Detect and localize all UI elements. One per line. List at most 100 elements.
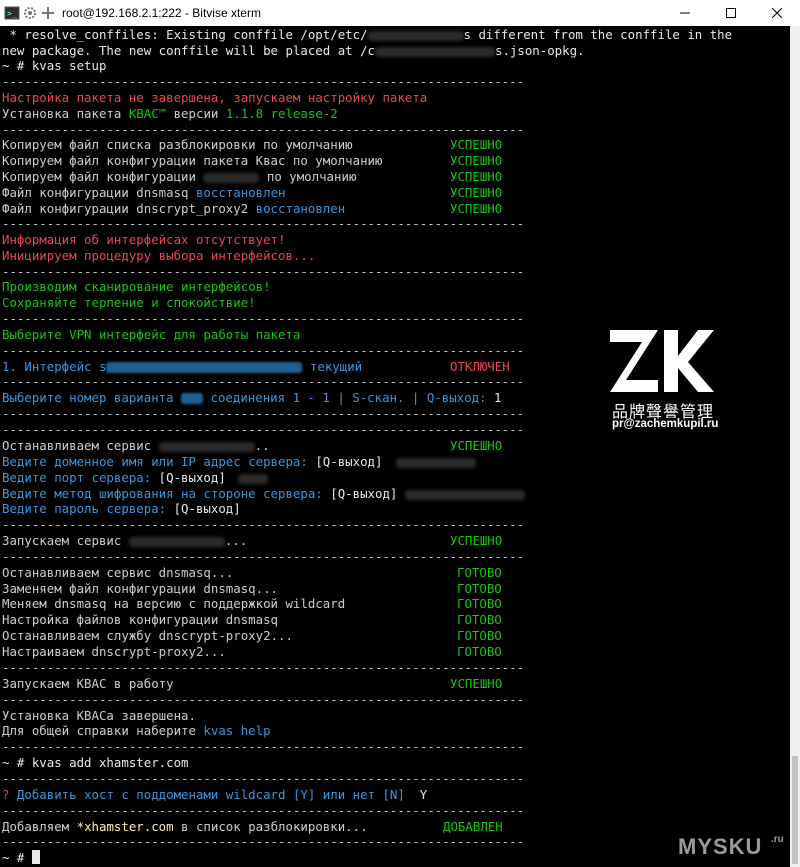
close-button[interactable] bbox=[754, 0, 800, 26]
status-line: Установка КВАСа завершена. bbox=[2, 708, 196, 723]
terminal-app-icon[interactable]: >_ bbox=[4, 5, 20, 21]
line-text: в список разблокировки... bbox=[173, 819, 368, 834]
line-text: Выберите номер варианта bbox=[2, 390, 182, 405]
line-text: Ведите доменное имя или IP адрес сервера… bbox=[2, 454, 316, 469]
redacted-text bbox=[158, 441, 255, 452]
status-line: Файл конфигурации dnsmasq восстановлен bbox=[2, 185, 286, 200]
line-text: * resolve_conffiles: Existing conffile /… bbox=[2, 27, 368, 42]
redacted-text bbox=[237, 473, 268, 484]
svg-text:>_: >_ bbox=[7, 9, 17, 18]
prompt-line: Выберите номер варианта соединения 1 - 1… bbox=[2, 390, 501, 405]
separator-line: ----------------------------------------… bbox=[2, 216, 525, 231]
line-text: [Q-выход] bbox=[158, 470, 226, 485]
status-line: Производим сканирование интерфейсов! bbox=[2, 279, 271, 294]
redacted-text bbox=[396, 457, 477, 468]
status-line: Настройка пакета не завершена, запускаем… bbox=[2, 90, 428, 105]
status-line: Копируем файл конфигурации пакета Квас п… bbox=[2, 153, 383, 168]
interface-option: 1. Интерфейс s текущий bbox=[2, 359, 362, 374]
line-text: new package. The new conffile will be pl… bbox=[2, 43, 375, 58]
status-badge: ГОТОВО bbox=[457, 596, 502, 611]
line-text: Добавляем bbox=[2, 819, 77, 834]
separator-line: ----------------------------------------… bbox=[2, 692, 525, 707]
prompt-line: Ведите метод шифрования на стороне серве… bbox=[2, 486, 526, 501]
status-badge: УСПЕШНО bbox=[450, 438, 503, 453]
command-prompt[interactable]: ~ # bbox=[2, 850, 40, 865]
line-text: Ведите порт сервера: bbox=[2, 470, 159, 485]
separator-line: ----------------------------------------… bbox=[2, 660, 525, 675]
user-input: 1 bbox=[493, 390, 502, 405]
minimize-button[interactable] bbox=[662, 0, 708, 26]
mysku-watermark-suffix: .ru bbox=[771, 834, 784, 845]
status-badge: ГОТОВО bbox=[457, 628, 502, 643]
plus-icon[interactable] bbox=[40, 5, 56, 21]
status-line: Заменяем файл конфигурации dnsmasq... bbox=[2, 581, 279, 596]
status-line: Останавливаем сервис dnsmasq... bbox=[2, 565, 234, 580]
line-text: Ведите пароль сервера: bbox=[2, 501, 174, 516]
prompt-text: ~ # bbox=[2, 850, 32, 865]
status-badge: УСПЕШНО bbox=[450, 201, 503, 216]
status-line: Установка пакета КВАС™ версии 1.1.8 rele… bbox=[2, 106, 338, 121]
line-text: соединения 1 - 1 | S-скан. | Q-выход: bbox=[203, 390, 494, 405]
status-line: Копируем файл конфигурации по умолчанию bbox=[2, 169, 356, 184]
window-title: root@192.168.2.1:222 - Bitvise xterm bbox=[62, 6, 261, 20]
status-badge: УСПЕШНО bbox=[450, 153, 503, 168]
line-text: s.json-opkg. bbox=[495, 43, 585, 58]
redacted-text bbox=[106, 362, 303, 373]
zk-watermark-logo bbox=[610, 330, 714, 392]
separator-line: ----------------------------------------… bbox=[2, 771, 525, 786]
prompt-line: Ведите пароль сервера: [Q-выход] bbox=[2, 501, 241, 516]
status-line: Меняем dnsmasq на версию с поддержкой wi… bbox=[2, 596, 346, 611]
gear-icon[interactable] bbox=[22, 5, 38, 21]
separator-line: ----------------------------------------… bbox=[2, 834, 525, 849]
line-text: Установка пакета bbox=[2, 106, 129, 121]
status-line: Инициируем процедуру выбора интерфейсов.… bbox=[2, 248, 316, 263]
status-badge: ГОТОВО bbox=[457, 644, 502, 659]
help-command: kvas help bbox=[203, 723, 271, 738]
line-text: Ведите метод шифрования на стороне серве… bbox=[2, 486, 331, 501]
scrollbar-thumb[interactable] bbox=[792, 756, 798, 864]
line-text: по умолчанию bbox=[259, 169, 357, 184]
status-line: Останавливаем службу dnscrypt-proxy2... bbox=[2, 628, 293, 643]
maximize-button[interactable] bbox=[708, 0, 754, 26]
redacted-text bbox=[405, 489, 526, 500]
separator-line: ----------------------------------------… bbox=[2, 406, 525, 421]
restored-label: восстановлен bbox=[195, 185, 286, 200]
redacted-text bbox=[128, 536, 225, 547]
line-text: [Q-выход] bbox=[173, 501, 241, 516]
redacted-text bbox=[203, 172, 260, 183]
line-text: Файл конфигурации dnscrypt_proxy2 bbox=[2, 201, 256, 216]
status-badge: ДОБАВЛЕН bbox=[443, 819, 503, 834]
mysku-watermark: MYSKU bbox=[678, 834, 763, 859]
status-line: Добавляем *xhamster.com в список разблок… bbox=[2, 819, 368, 834]
status-badge: ОТКЛЮЧЕН bbox=[450, 359, 510, 374]
line-text: Запускаем сервис bbox=[2, 533, 129, 548]
separator-line: ----------------------------------------… bbox=[2, 374, 525, 389]
minimize-icon bbox=[680, 12, 690, 14]
line-text: [Q-выход] bbox=[315, 454, 383, 469]
terminal-line: * resolve_conffiles: Existing conffile /… bbox=[2, 27, 732, 42]
separator-line: ----------------------------------------… bbox=[2, 549, 525, 564]
kvas-name: КВАС™ bbox=[128, 106, 167, 121]
line-text: ... bbox=[224, 533, 248, 548]
separator-line: ----------------------------------------… bbox=[2, 311, 525, 326]
status-badge: УСПЕШНО bbox=[450, 533, 503, 548]
line-text: s different from the conffile in the bbox=[463, 27, 733, 42]
terminal-output[interactable]: * resolve_conffiles: Existing conffile /… bbox=[0, 26, 790, 867]
separator-line: ----------------------------------------… bbox=[2, 517, 525, 532]
restored-label: восстановлен bbox=[255, 201, 346, 216]
prompt-line: Ведите доменное имя или IP адрес сервера… bbox=[2, 454, 477, 469]
vertical-scrollbar[interactable] bbox=[790, 26, 800, 867]
watermark-email: pr@zachemkupil.ru bbox=[612, 418, 719, 430]
window-titlebar: >_ root@192.168.2.1:222 - Bitvise xterm bbox=[0, 0, 800, 27]
status-line: Файл конфигурации dnscrypt_proxy2 восста… bbox=[2, 201, 345, 216]
redacted-text bbox=[181, 393, 204, 404]
line-text: 1. Интерфейс s bbox=[2, 359, 107, 374]
terminal-line: new package. The new conffile will be pl… bbox=[2, 43, 585, 58]
separator-line: ----------------------------------------… bbox=[2, 122, 525, 137]
text-cursor bbox=[31, 850, 40, 864]
line-text: Для общей справки наберите bbox=[2, 723, 204, 738]
status-badge: УСПЕШНО bbox=[450, 169, 503, 184]
separator-line: ----------------------------------------… bbox=[2, 803, 525, 818]
line-text: версии bbox=[166, 106, 226, 121]
prompt-line: ? Добавить хост с поддоменами wildcard [… bbox=[2, 787, 427, 802]
